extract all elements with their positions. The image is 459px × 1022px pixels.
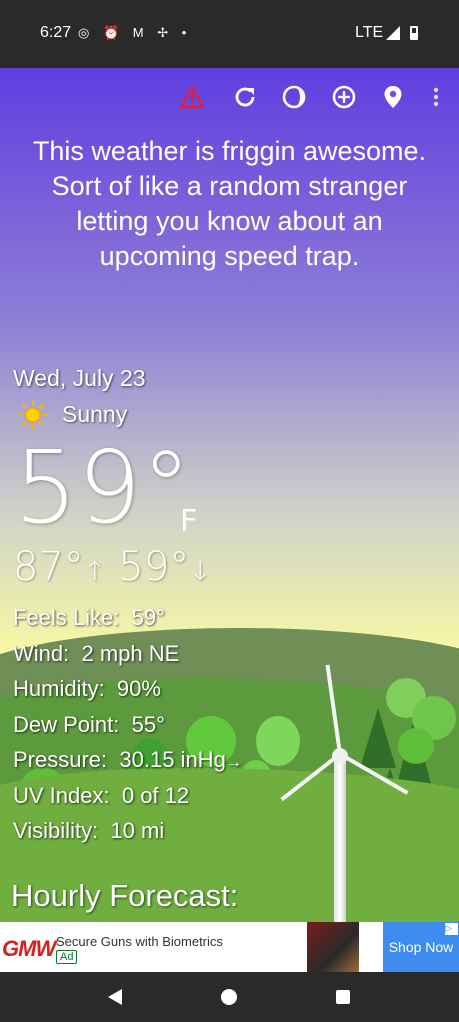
detail-value: 30.15 inHg [119, 747, 226, 772]
detail-label: Pressure: [13, 747, 108, 772]
detail-label: Humidity: [13, 676, 105, 701]
ad-title[interactable]: Secure Guns with Biometrics [56, 934, 223, 949]
condition-text: Sunny [62, 401, 128, 427]
arrow-up-icon: ↑ [83, 557, 106, 587]
detail-value: 59° [131, 605, 165, 630]
tree [256, 716, 300, 766]
battery-icon [410, 26, 418, 40]
arrow-down-icon: ↓ [189, 557, 212, 587]
detail-dew-point: Dew Point: 55° [13, 707, 242, 743]
signal-icon [386, 26, 400, 40]
status-bar: 6:27 ◎ ⏰ M ✢ • LTE [0, 0, 459, 68]
detail-uv-index: UV Index: 0 of 12 [13, 778, 242, 814]
notification-icons: ◎ ⏰ M ✢ • [78, 25, 192, 40]
ad-badge: Ad [56, 950, 78, 964]
back-icon[interactable] [108, 989, 122, 1005]
detail-label: UV Index: [13, 782, 110, 808]
detail-label: Feels Like: [13, 605, 120, 630]
current-date: Wed, July 23 [13, 365, 146, 391]
ad-product-image[interactable] [307, 922, 359, 972]
network-type: LTE [355, 24, 384, 41]
toolbar [0, 68, 459, 128]
high-temp: 87° [13, 544, 84, 590]
wind-turbine [334, 756, 346, 922]
detail-value: 0 of 12 [121, 782, 190, 808]
ad-banner[interactable]: GMW Secure Guns with Biometrics Ad Shop … [0, 922, 459, 972]
ad-logo[interactable]: GMW [2, 936, 56, 962]
theme-icon[interactable] [279, 82, 309, 112]
home-icon[interactable] [221, 989, 237, 1005]
detail-value: 90% [116, 676, 161, 701]
tree [398, 728, 434, 764]
pressure-trend-icon: → [225, 754, 242, 771]
status-time: 6:27 [40, 24, 72, 41]
hourly-forecast-heading: Hourly Forecast: [11, 878, 239, 913]
weather-details: Feels Like: 59° Wind: 2 mph NE Humidity:… [13, 600, 242, 849]
temperature-unit: F [180, 504, 198, 539]
detail-value: 2 mph NE [81, 640, 180, 666]
ad-choices-icon[interactable]: ▷ [445, 923, 458, 935]
low-temp: 59° [118, 544, 190, 590]
refresh-icon[interactable] [230, 82, 260, 112]
detail-label: Wind: [13, 640, 70, 666]
detail-wind: Wind: 2 mph NE [13, 636, 242, 672]
weather-quote: This weather is friggin awesome. Sort of… [32, 136, 427, 271]
detail-visibility: Visibility: 10 mi [13, 813, 242, 849]
detail-label: Dew Point: [13, 711, 120, 737]
recents-icon[interactable] [336, 990, 350, 1004]
sun-icon [18, 400, 48, 430]
high-low-temps: 87°↑ 59°↓ [13, 544, 211, 590]
detail-value: 55° [131, 711, 165, 737]
detail-feels-like: Feels Like: 59° [13, 600, 242, 636]
detail-label: Visibility: [13, 818, 99, 843]
navigation-bar [0, 972, 459, 1022]
location-pin-icon[interactable] [378, 82, 408, 112]
more-vert-icon[interactable] [421, 82, 451, 112]
current-temperature: 59° [14, 429, 192, 546]
add-location-icon[interactable] [329, 82, 359, 112]
turbine-hub [332, 748, 348, 764]
detail-pressure: Pressure: 30.15 inHg→ [13, 742, 242, 778]
pine-tree [360, 708, 396, 768]
detail-humidity: Humidity: 90% [13, 671, 242, 707]
alert-icon[interactable] [177, 82, 207, 112]
detail-value: 10 mi [110, 818, 165, 843]
